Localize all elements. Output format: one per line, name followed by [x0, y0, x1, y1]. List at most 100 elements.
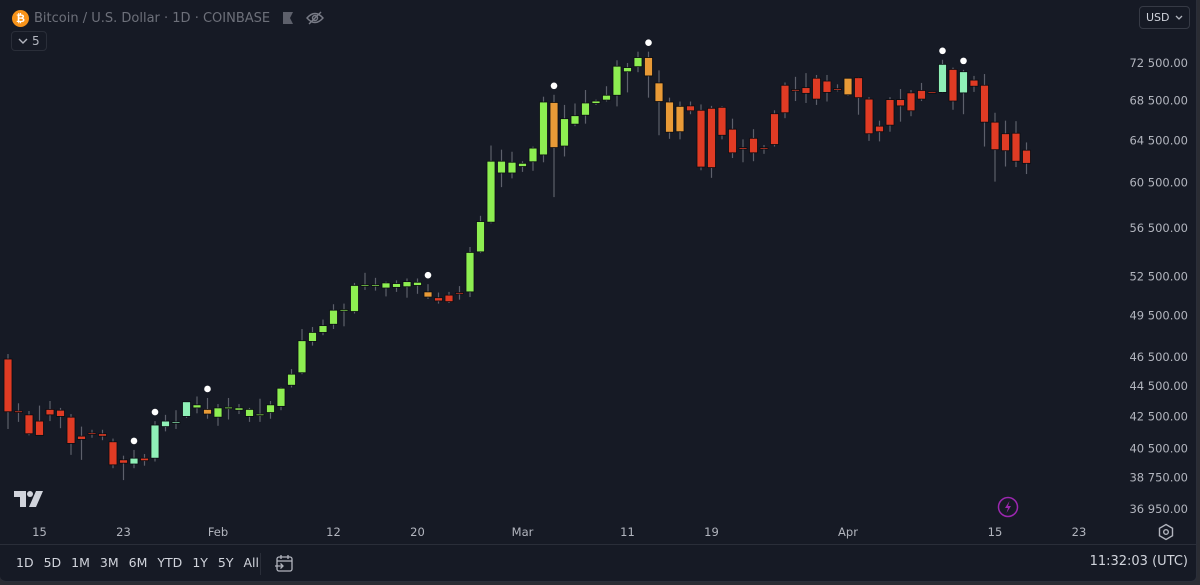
candle-body [749, 137, 758, 154]
range-buttons: 1D 5D 1M 3M 6M YTD 1Y 5Y All [16, 555, 269, 570]
price-tick-label: 44 500.00 [1129, 379, 1188, 393]
candle [14, 403, 23, 422]
candle [717, 106, 727, 140]
candle-body [45, 409, 55, 416]
price-tick-label: 40 500.00 [1129, 441, 1188, 455]
candle-body [140, 457, 149, 462]
candle [87, 429, 97, 438]
calendar-goto-icon[interactable] [274, 553, 294, 573]
range-6m[interactable]: 6M [129, 555, 148, 570]
candle [276, 387, 286, 411]
eye-crossed-icon[interactable] [306, 11, 325, 25]
candle [1022, 142, 1031, 175]
candle [381, 281, 391, 297]
candle [833, 84, 842, 92]
candle-body [434, 297, 443, 302]
candle-body [245, 409, 254, 417]
candle-body [423, 291, 433, 298]
signal-dot [204, 385, 211, 393]
candle-body [738, 147, 748, 150]
time-tick-label: Feb [208, 525, 228, 539]
time-tick-label: 15 [988, 525, 1003, 539]
candle-body [192, 404, 202, 409]
candle-body [1001, 133, 1010, 152]
range-1d[interactable]: 1D [16, 555, 34, 570]
candle-body [266, 404, 275, 413]
candle-series [3, 51, 1031, 481]
candle-body [318, 325, 328, 333]
time-tick-label: 20 [410, 525, 425, 539]
candle [371, 277, 380, 291]
candlestick-chart[interactable]: 72 500.00 68 500.00 64 500.00 60 500.00 56 5… [0, 0, 1200, 585]
price-axis: 72 500.00 68 500.00 64 500.00 60 500.00 56 5… [1129, 56, 1188, 516]
candle [392, 280, 401, 292]
price-tick-label: 60 500.00 [1129, 176, 1188, 190]
candle-body [812, 77, 821, 100]
flag-icon[interactable] [282, 12, 294, 24]
candle-body [969, 79, 979, 87]
candle-body [98, 433, 107, 437]
currency-select[interactable]: USD [1139, 6, 1190, 29]
candle-body [339, 309, 349, 312]
candle-body [518, 162, 527, 167]
candle-body [150, 424, 160, 459]
candle-body [444, 294, 454, 303]
range-all[interactable]: All [244, 555, 260, 570]
signal-dot [939, 47, 946, 55]
candle-body [392, 283, 401, 288]
candle-body [990, 121, 1000, 151]
candle-body [1011, 132, 1021, 162]
candle-body [413, 281, 422, 286]
candle-body [455, 292, 464, 295]
gear-icon[interactable] [1157, 523, 1175, 541]
signal-dots [130, 39, 967, 445]
candle [854, 77, 863, 115]
clock-timezone[interactable]: 11:32:03 (UTC) [1090, 554, 1188, 569]
range-5y[interactable]: 5Y [218, 555, 234, 570]
candle [581, 90, 590, 124]
candle-body [528, 147, 538, 163]
range-1m[interactable]: 1M [71, 555, 90, 570]
range-3m[interactable]: 3M [100, 555, 119, 570]
time-tick-label: 23 [1072, 525, 1087, 539]
candle-body [612, 65, 622, 96]
price-tick-label: 38 750.00 [1129, 471, 1188, 485]
candle-body [329, 309, 338, 325]
candle [350, 282, 359, 314]
time-tick-label: Mar [512, 525, 534, 539]
candle-body [497, 160, 506, 174]
candle-body [570, 115, 580, 125]
candle [203, 397, 212, 419]
signal-dot [130, 437, 138, 445]
candle-body [234, 407, 244, 411]
candle [959, 69, 968, 115]
candle [255, 398, 265, 422]
candle [948, 67, 958, 110]
candle [507, 151, 517, 179]
lightning-icon[interactable] [997, 496, 1019, 518]
candle [801, 73, 811, 103]
candle [3, 354, 13, 429]
candle [812, 74, 821, 105]
price-tick-label: 56 500.00 [1129, 221, 1188, 235]
range-5d[interactable]: 5D [44, 555, 62, 570]
candle-body [465, 252, 475, 293]
candle-body [917, 90, 926, 100]
candle [906, 90, 916, 117]
indicators-toggle[interactable]: 5 [11, 31, 47, 51]
signal-dot [960, 57, 967, 65]
candle-body [161, 420, 170, 428]
candle [612, 60, 622, 107]
range-ytd[interactable]: YTD [157, 555, 182, 570]
candle [234, 404, 244, 415]
symbol-title[interactable]: Bitcoin / U.S. Dollar · 1D · COINBASE [34, 11, 270, 26]
candle-body [119, 459, 128, 464]
candle [518, 161, 527, 172]
candle [780, 82, 790, 119]
tradingview-logo[interactable] [14, 491, 44, 507]
candle [413, 278, 422, 294]
candle-body [224, 406, 233, 410]
candle [707, 105, 716, 178]
range-1y[interactable]: 1Y [192, 555, 208, 570]
candle-body [696, 109, 706, 168]
